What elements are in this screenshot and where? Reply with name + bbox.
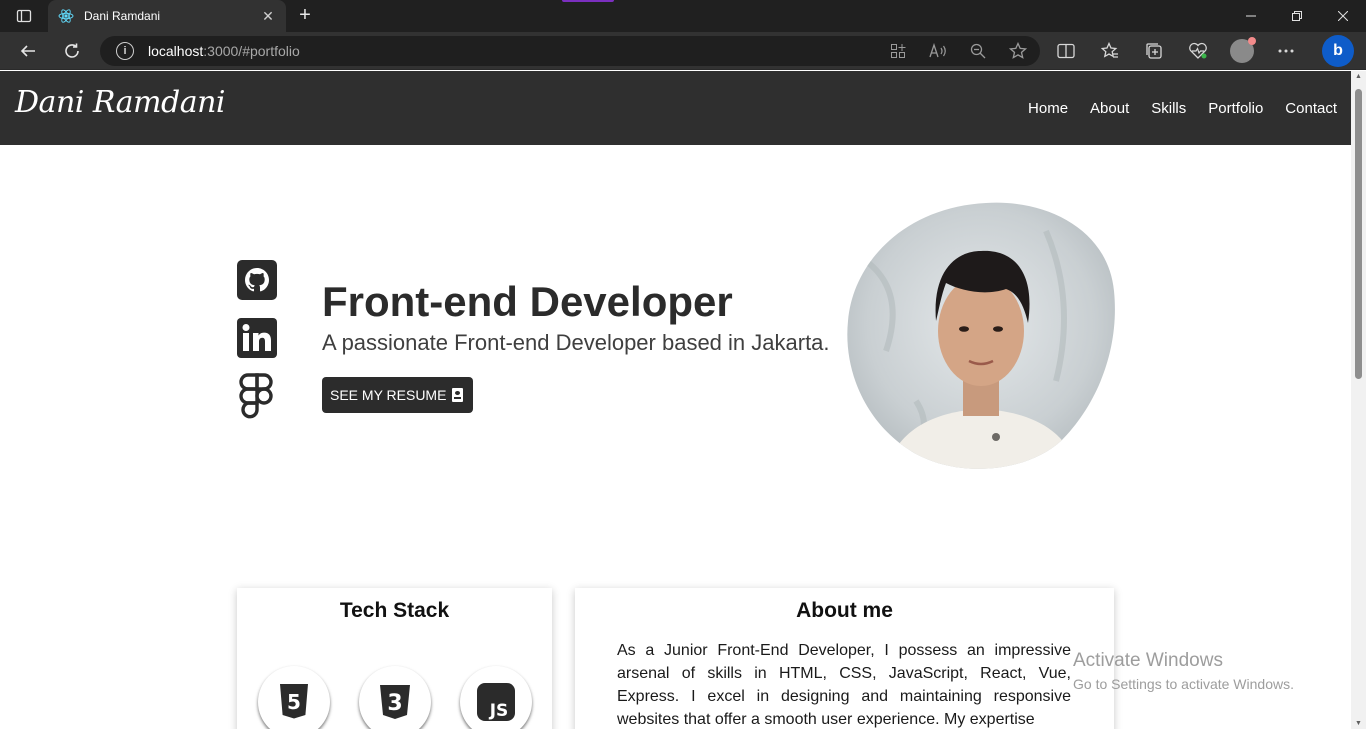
nav-link-about[interactable]: About — [1090, 100, 1129, 117]
social-links — [237, 260, 277, 434]
new-tab-button[interactable]: + — [294, 5, 316, 27]
back-button[interactable] — [14, 37, 42, 65]
favorites-icon[interactable] — [1096, 37, 1124, 65]
linkedin-icon — [237, 318, 277, 358]
web-page: Dani Ramdani Home About Skills Portfolio… — [0, 71, 1351, 729]
bing-copilot-icon[interactable]: b — [1322, 35, 1354, 67]
browser-essentials-icon[interactable] — [1184, 37, 1212, 65]
react-favicon-icon — [58, 9, 74, 23]
watermark-title: Activate Windows — [1073, 650, 1223, 671]
url-host: localhost — [148, 43, 204, 59]
scrollbar-thumb[interactable] — [1355, 89, 1362, 379]
zoom-out-icon[interactable] — [964, 40, 992, 62]
github-icon — [237, 260, 277, 300]
collections-icon[interactable] — [1140, 37, 1168, 65]
nav-link-portfolio[interactable]: Portfolio — [1208, 100, 1263, 117]
restore-icon — [1292, 11, 1302, 21]
html5-icon: 5 — [280, 684, 308, 719]
about-me-title: About me — [796, 599, 893, 622]
back-arrow-icon — [20, 45, 35, 57]
minimize-icon — [1246, 15, 1256, 17]
site-navbar: Dani Ramdani Home About Skills Portfolio… — [0, 71, 1351, 145]
address-bar-actions — [884, 40, 1032, 62]
tech-stack-card: Tech Stack 5 3 JS — [237, 588, 552, 729]
js-label: JS — [489, 701, 509, 721]
read-aloud-icon[interactable] — [924, 40, 952, 62]
css3-badge: 3 — [359, 666, 431, 729]
app-available-icon[interactable] — [884, 40, 912, 62]
profile-button[interactable] — [1228, 37, 1256, 65]
javascript-icon: JS — [477, 683, 515, 721]
css3-label: 3 — [387, 691, 402, 716]
minimize-button[interactable] — [1228, 0, 1274, 32]
url-path: :3000/#portfolio — [203, 43, 300, 59]
id-badge-icon — [452, 388, 464, 402]
page-scrollbar[interactable]: ▲ ▼ — [1351, 71, 1366, 729]
tab-actions-button[interactable] — [8, 6, 40, 26]
scroll-up-arrow-icon[interactable]: ▲ — [1355, 73, 1362, 80]
refresh-button[interactable] — [58, 37, 86, 65]
restore-button[interactable] — [1274, 0, 1320, 32]
linkedin-link[interactable] — [237, 318, 277, 358]
watermark-subtitle: Go to Settings to activate Windows. — [1073, 676, 1294, 692]
about-me-text: As a Junior Front-End Developer, I posse… — [617, 642, 1071, 728]
hero-subtitle: A passionate Front-end Developer based i… — [322, 330, 830, 355]
tab-close-icon[interactable]: ✕ — [260, 8, 276, 25]
figma-link[interactable] — [237, 373, 277, 419]
address-bar[interactable]: i localhost:3000/#portfolio — [100, 36, 1040, 66]
windows-activation-watermark: Activate Windows Go to Settings to activ… — [1073, 650, 1294, 692]
javascript-badge: JS — [460, 666, 532, 729]
resume-button-label: SEE MY RESUME — [330, 387, 447, 403]
browser-tab-bar: Dani Ramdani ✕ + — [0, 0, 1366, 32]
html5-label: 5 — [287, 690, 301, 714]
tab-actions-icon — [16, 9, 32, 23]
favorite-star-icon[interactable] — [1004, 40, 1032, 62]
browser-tab-active[interactable]: Dani Ramdani ✕ — [48, 0, 286, 32]
site-info-icon[interactable]: i — [116, 42, 134, 60]
css3-icon: 3 — [380, 685, 410, 719]
nav-link-home[interactable]: Home — [1028, 100, 1068, 117]
nav-link-contact[interactable]: Contact — [1285, 100, 1337, 117]
refresh-icon — [65, 43, 79, 58]
hero-title: Front-end Developer — [322, 278, 733, 325]
tab-strip-highlight — [562, 0, 614, 2]
close-icon — [1338, 11, 1348, 21]
tech-stack-title: Tech Stack — [339, 599, 450, 622]
about-me-card: About me As a Junior Front-End Developer… — [575, 588, 1114, 729]
tech-stack-icons: 5 3 JS — [258, 666, 532, 729]
nav-link-skills[interactable]: Skills — [1151, 100, 1186, 117]
site-nav: Home About Skills Portfolio Contact — [1028, 100, 1337, 117]
github-link[interactable] — [237, 260, 277, 300]
avatar — [1230, 37, 1256, 63]
close-window-button[interactable] — [1320, 0, 1366, 32]
figma-icon — [239, 373, 273, 419]
see-resume-button[interactable]: SEE MY RESUME — [322, 377, 474, 413]
window-controls — [1228, 0, 1366, 32]
site-logo[interactable]: Dani Ramdani — [15, 85, 226, 120]
scroll-down-arrow-icon[interactable]: ▼ — [1355, 720, 1362, 727]
browser-toolbar: i localhost:3000/#portfolio b — [0, 32, 1366, 70]
profile-photo — [847, 202, 1115, 469]
split-screen-icon[interactable] — [1052, 37, 1080, 65]
tab-title: Dani Ramdani — [84, 9, 161, 23]
html5-badge: 5 — [258, 666, 330, 729]
browser-right-tools — [1052, 37, 1300, 65]
more-options-icon[interactable] — [1272, 37, 1300, 65]
